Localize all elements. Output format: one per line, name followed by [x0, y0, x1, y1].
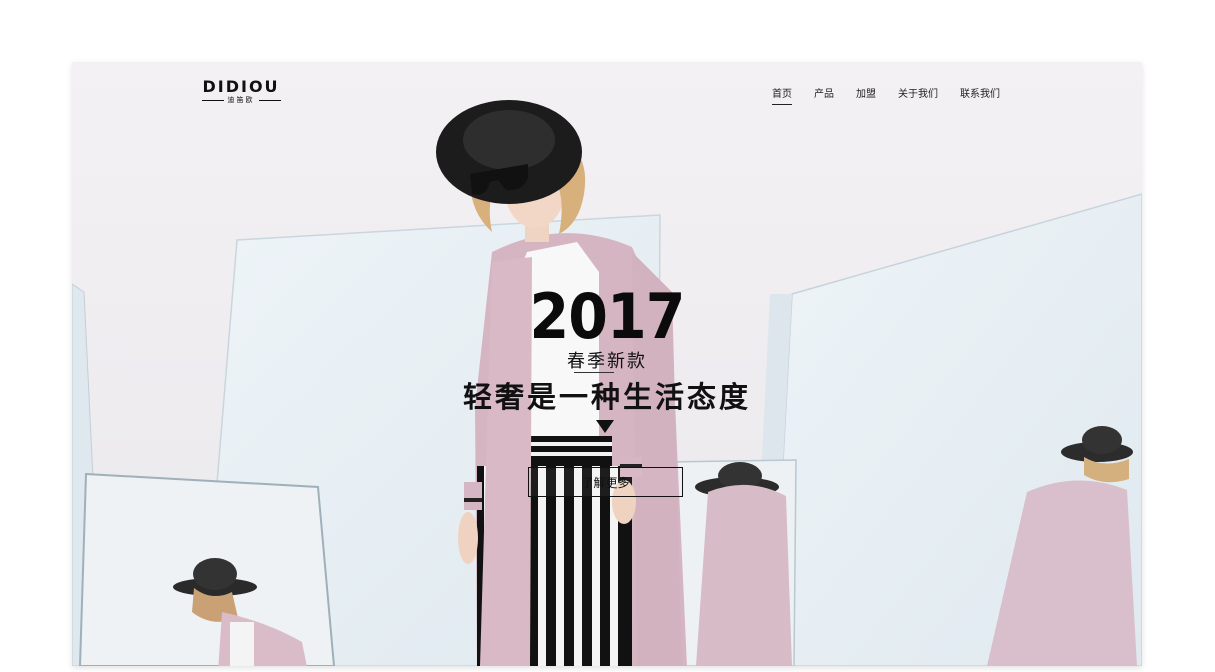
hero-season: 春季新款: [567, 351, 647, 371]
hero-year: 2017: [529, 280, 685, 353]
main-nav: 首页 产品 加盟 关于我们 联系我们: [772, 88, 1022, 105]
logo-divider: [201, 100, 224, 101]
nav-item-products[interactable]: 产品: [814, 88, 834, 102]
logo-text: DIDIOU: [202, 77, 280, 96]
brand-logo[interactable]: DIDIOU 迪笛欧: [195, 79, 287, 105]
hero-banner: DIDIOU 迪笛欧 首页 产品 加盟 关于我们 联系我们 2017 春季新款 …: [72, 62, 1142, 666]
logo-subtitle: 迪笛欧: [195, 96, 287, 105]
nav-item-about[interactable]: 关于我们: [898, 88, 938, 102]
arrow-down-icon: [596, 420, 614, 433]
nav-item-franchise[interactable]: 加盟: [856, 88, 876, 102]
nav-item-home[interactable]: 首页: [772, 88, 792, 105]
logo-divider: [258, 100, 281, 101]
hero-slogan: 轻奢是一种生活态度: [462, 382, 751, 414]
nav-item-contact[interactable]: 联系我们: [960, 88, 1000, 102]
season-underline: [574, 372, 614, 373]
logo-chinese-name: 迪笛欧: [227, 97, 255, 104]
learn-more-button[interactable]: 了解更多: [528, 467, 683, 497]
